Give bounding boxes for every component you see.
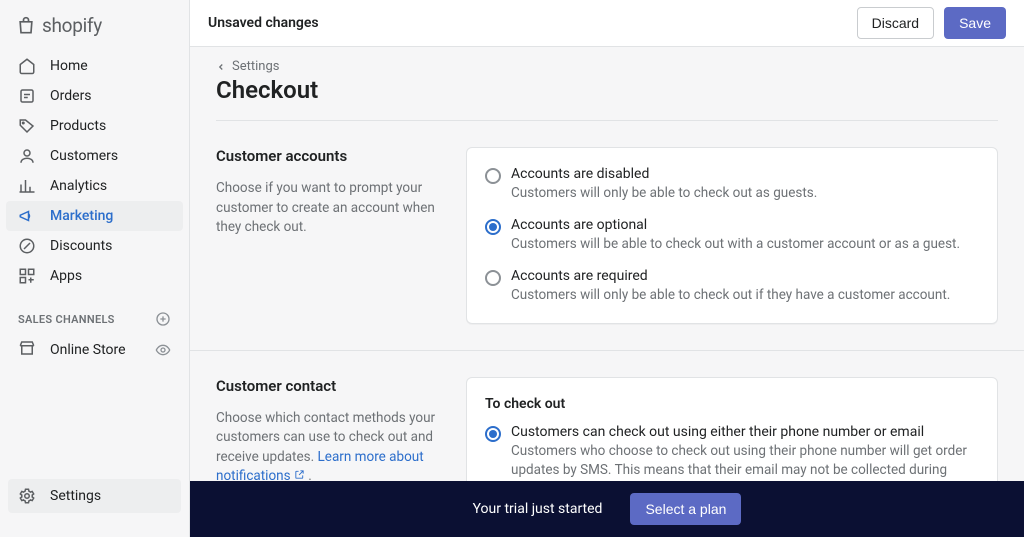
section-title: Customer contact [216,377,446,395]
option-desc: Customers will be able to check out with… [511,235,960,254]
chart-icon [18,177,36,195]
nav-label: Customers [50,148,118,164]
section-title: Customer accounts [216,147,446,165]
radio-icon[interactable] [485,426,501,442]
section-customer-accounts: Customer accounts Choose if you want to … [190,147,1024,351]
radio-icon[interactable] [485,168,501,184]
trial-message: Your trial just started [473,501,603,517]
content-scroll[interactable]: Settings Checkout Customer accounts Choo… [190,47,1024,537]
apps-icon [18,267,36,285]
nav-analytics[interactable]: Analytics [0,171,189,201]
unsaved-changes-bar: Unsaved changes Discard Save [190,0,1024,47]
home-icon [18,57,36,75]
trial-bar: Your trial just started Select a plan [190,481,1024,537]
chevron-left-icon [216,62,226,72]
save-button[interactable]: Save [944,7,1006,39]
person-icon [18,147,36,165]
channel-online-store[interactable]: Online Store [0,333,189,367]
option-label: Customers can check out using either the… [511,424,979,440]
nav-label: Marketing [50,208,113,224]
sidebar: shopify Home Orders Products Customers A… [0,0,190,537]
brand-text: shopify [42,14,102,37]
nav-marketing[interactable]: Marketing [6,201,183,231]
option-label: Accounts are disabled [511,166,817,182]
nav-label: Home [50,58,88,74]
option-desc: Customers will only be able to check out… [511,184,817,203]
channels-header-label: SALES CHANNELS [18,313,115,326]
nav-customers[interactable]: Customers [0,141,189,171]
nav-orders[interactable]: Orders [0,81,189,111]
sidebar-settings[interactable]: Settings [8,479,181,513]
brand-logo: shopify [0,0,189,45]
nav-apps[interactable]: Apps [0,261,189,291]
external-link-icon [294,469,305,480]
store-icon [18,339,36,361]
tag-icon [18,117,36,135]
settings-label: Settings [50,488,101,504]
accounts-option-required[interactable]: Accounts are required Customers will onl… [485,268,979,305]
accounts-option-disabled[interactable]: Accounts are disabled Customers will onl… [485,166,979,203]
nav-label: Orders [50,88,92,104]
add-channel-icon[interactable] [155,311,171,327]
breadcrumb-label: Settings [232,59,279,74]
accounts-option-optional[interactable]: Accounts are optional Customers will be … [485,217,979,254]
gear-icon [18,487,36,505]
nav-discounts[interactable]: Discounts [0,231,189,261]
unsaved-label: Unsaved changes [208,15,319,31]
view-store-icon[interactable] [155,342,171,358]
nav-label: Apps [50,268,82,284]
section-desc: Choose if you want to prompt your custom… [216,179,446,238]
nav-label: Products [50,118,106,134]
option-label: Accounts are required [511,268,950,284]
shopify-bag-icon [16,15,36,37]
channel-label: Online Store [50,342,126,358]
accounts-panel: Accounts are disabled Customers will onl… [466,147,998,324]
divider [216,120,998,121]
primary-nav: Home Orders Products Customers Analytics… [0,45,189,297]
radio-icon[interactable] [485,219,501,235]
nav-label: Discounts [50,238,112,254]
main: Unsaved changes Discard Save Settings Ch… [190,0,1024,537]
panel-heading: To check out [485,396,979,412]
breadcrumb-back[interactable]: Settings [190,59,1024,74]
nav-label: Analytics [50,178,107,194]
option-desc: Customers will only be able to check out… [511,286,950,305]
discount-icon [18,237,36,255]
sales-channels-header: SALES CHANNELS [0,297,189,333]
page-title: Checkout [190,74,1024,120]
radio-icon[interactable] [485,270,501,286]
section-desc: Choose which contact methods your custom… [216,409,446,487]
orders-icon [18,87,36,105]
discard-button[interactable]: Discard [857,7,934,39]
nav-products[interactable]: Products [0,111,189,141]
megaphone-icon [18,207,36,225]
option-label: Accounts are optional [511,217,960,233]
nav-home[interactable]: Home [0,51,189,81]
select-plan-button[interactable]: Select a plan [630,493,741,525]
